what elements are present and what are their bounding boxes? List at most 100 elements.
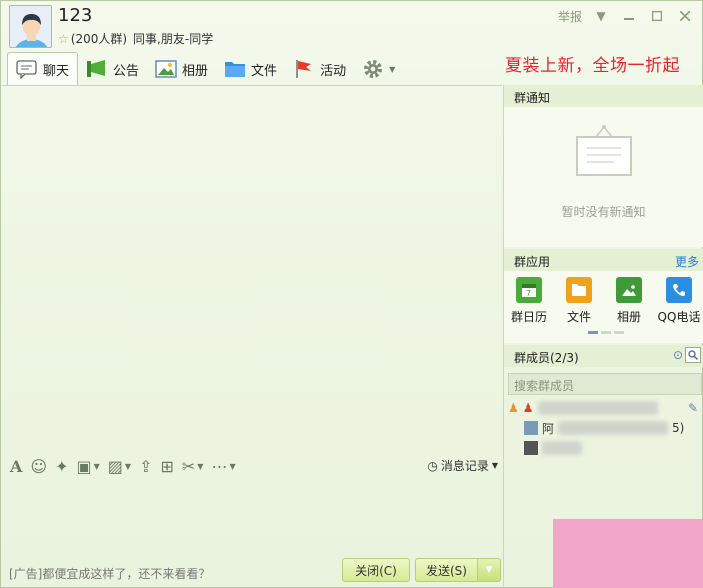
apps-pager[interactable]	[588, 331, 624, 334]
ad-banner[interactable]: 夏装上新，全场一折起	[505, 51, 701, 77]
more-tools-icon[interactable]: ⋯ ▼	[211, 457, 235, 476]
header: 123 ☆ (200人群) 同事,朋友-同学 举报 ▼	[1, 1, 702, 51]
flag-icon	[293, 59, 315, 79]
send-button[interactable]: 发送(S)	[415, 558, 477, 582]
font-icon[interactable]: A	[10, 457, 22, 476]
pager-dot[interactable]	[588, 331, 598, 334]
tab-announcement-label: 公告	[113, 63, 140, 79]
photo-album-icon	[155, 59, 177, 79]
feature-tabs: 聊天 公告 相册 文件 活动 ▼	[7, 52, 403, 85]
star-icon: ☆	[58, 31, 69, 46]
menu-dropdown-icon[interactable]: ▼	[592, 7, 610, 25]
ad-text-link[interactable]: [广告]都便宜成这样了，还不来看看？	[9, 565, 210, 582]
svg-text:7: 7	[526, 289, 531, 298]
user-icon: ♟	[508, 401, 519, 415]
pager-dot[interactable]	[601, 331, 611, 334]
minimize-icon[interactable]	[620, 7, 638, 25]
edit-icon[interactable]: ✎	[688, 401, 698, 415]
app-album-label: 相册	[616, 310, 641, 324]
group-tags: 同事,朋友-同学	[133, 32, 214, 46]
group-avatar[interactable]	[9, 5, 52, 48]
member-search-input[interactable]: 搜索群成员	[508, 373, 702, 395]
image-icon[interactable]: ▨ ▼	[108, 457, 131, 476]
message-history-label: 消息记录	[440, 459, 489, 473]
input-toolbar: A ☺ ✦ ▣ ▼ ▨ ▼ ⇪ ⊞ ✂ ▼ ⋯ ▼ ◷ 消息记录 ▼	[2, 453, 502, 479]
member-group-owner[interactable]: ♟ ♟ ✎	[508, 399, 698, 417]
emoji-icon[interactable]: ☺	[30, 457, 47, 476]
upload-icon[interactable]: ⇪	[139, 457, 152, 476]
tab-chat[interactable]: 聊天	[7, 52, 79, 85]
tab-files-label: 文件	[251, 63, 278, 79]
qq-group-chat-window: 123 ☆ (200人群) 同事,朋友-同学 举报 ▼ 聊天 公告 相册 文件 …	[0, 0, 703, 588]
message-area[interactable]	[2, 85, 502, 451]
tab-activity-label: 活动	[320, 63, 347, 79]
member-name-visible: 阿	[542, 421, 555, 436]
right-panel: 群通知 暂时没有新通知 群应用 更多 7 群日历 文件 相册 QQ电话 群成员(…	[503, 85, 703, 587]
blurred-member-name	[537, 401, 658, 415]
pager-dot[interactable]	[614, 331, 624, 334]
app-qq-phone[interactable]: QQ电话	[654, 277, 703, 325]
gift-icon[interactable]: ⊞	[160, 457, 173, 476]
megaphone-icon	[86, 59, 108, 79]
report-link[interactable]: 举报	[558, 8, 582, 25]
send-options-dropdown[interactable]: ▼	[477, 558, 501, 582]
apps-title: 群应用	[514, 255, 551, 269]
tab-chat-label: 聊天	[43, 63, 70, 79]
user-icon: ♟	[522, 401, 534, 415]
blurred-member-name	[558, 421, 669, 435]
group-apps: 7 群日历 文件 相册 QQ电话	[504, 271, 703, 343]
folder-icon	[566, 277, 592, 303]
members-title: 群成员(2/3)	[514, 351, 579, 365]
tab-activity[interactable]: 活动	[285, 53, 354, 85]
blurred-member-name	[542, 441, 582, 455]
group-subline: ☆ (200人群) 同事,朋友-同学	[58, 30, 213, 47]
tab-album-label: 相册	[182, 63, 209, 79]
close-icon[interactable]	[676, 7, 694, 25]
more-apps-link[interactable]: 更多	[675, 253, 699, 270]
settings-dropdown[interactable]: ▼	[354, 53, 403, 85]
app-calendar[interactable]: 7 群日历	[504, 277, 554, 325]
close-button[interactable]: 关闭(C)	[342, 558, 410, 582]
message-history-button[interactable]: ◷ 消息记录 ▼	[427, 457, 498, 474]
app-files-label: 文件	[566, 310, 591, 324]
scissors-icon[interactable]: ✂ ▼	[182, 457, 204, 476]
app-qq-phone-label: QQ电话	[657, 310, 701, 324]
apps-header: 群应用 更多	[504, 249, 703, 271]
tab-announcement[interactable]: 公告	[78, 53, 147, 85]
avatar	[524, 421, 538, 435]
tab-album[interactable]: 相册	[147, 53, 216, 85]
member-name-suffix: 5)	[672, 421, 685, 435]
notice-title: 群通知	[514, 91, 551, 105]
member-row[interactable]: 阿 5)	[524, 419, 684, 437]
refresh-icon[interactable]: ⊙	[673, 348, 683, 362]
app-files[interactable]: 文件	[554, 277, 604, 325]
notice-empty-text: 暂时没有新通知	[561, 205, 646, 219]
group-title: 123	[58, 5, 93, 26]
chat-bubble-icon	[16, 59, 38, 80]
app-album[interactable]: 相册	[604, 277, 654, 325]
members-header: 群成员(2/3) ⊙	[504, 345, 703, 367]
window-controls: 举报 ▼	[558, 7, 694, 25]
group-size: (200人群)	[70, 32, 128, 46]
phone-icon	[666, 277, 692, 303]
folder-icon	[224, 59, 246, 79]
chevron-down-icon: ▼	[491, 461, 498, 470]
photo-icon	[616, 277, 642, 303]
member-search-placeholder: 搜索群成员	[514, 379, 575, 393]
board-icon	[576, 125, 632, 176]
clock-icon: ◷	[427, 458, 438, 473]
member-row[interactable]	[524, 439, 582, 457]
screen-capture-icon[interactable]: ▣ ▼	[77, 457, 100, 476]
tab-files[interactable]: 文件	[216, 53, 285, 85]
pink-overlay	[553, 519, 703, 588]
bottom-bar: [广告]都便宜成这样了，还不来看看？ 关闭(C) 发送(S) ▼	[2, 555, 502, 587]
magic-wand-icon[interactable]: ✦	[55, 457, 68, 476]
message-input[interactable]	[2, 479, 502, 553]
app-calendar-label: 群日历	[510, 310, 547, 324]
calendar-icon: 7	[516, 277, 542, 303]
chevron-down-icon: ▼	[485, 565, 493, 575]
notice-box: 暂时没有新通知	[504, 107, 703, 247]
avatar	[524, 441, 538, 455]
search-icon[interactable]	[685, 347, 701, 363]
maximize-icon[interactable]	[648, 7, 666, 25]
